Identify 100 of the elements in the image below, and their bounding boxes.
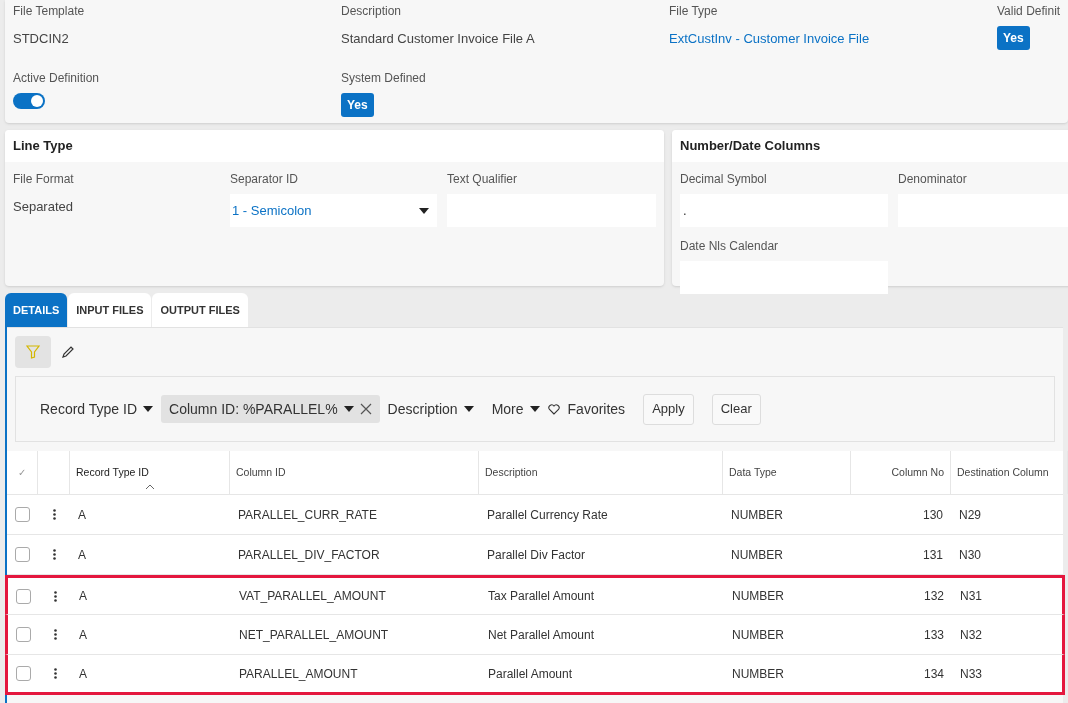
column-header[interactable]: Record Type ID [76,464,149,481]
caret-icon [343,406,354,412]
table-cell-text: N32 [960,626,982,644]
row-checkbox[interactable] [15,547,30,562]
table-cell-text: 133 [923,626,944,644]
table-cell-text: Parallel Amount [488,665,573,683]
section-title: Number/Date Columns [680,137,821,156]
select-value: 1 - Semicolon [232,201,312,220]
close-icon[interactable] [359,403,372,415]
table-cell-text: PARALLEL_CURR_RATE [238,506,377,524]
filter-label: Favorites [567,399,626,419]
input-field[interactable]: . [680,194,888,227]
filter-label: Description [387,399,458,419]
yes-badge: Yes [341,92,374,117]
table-cell-text: A [79,626,87,644]
yes-badge: Yes [997,26,1030,50]
tab[interactable]: OUTPUT FILES [152,293,248,327]
table-cell-text: 132 [923,588,944,605]
field-label: Date Nls Calendar [680,238,780,255]
field-label: Decimal Symbol [680,171,768,188]
table-cell-text: NUMBER [731,506,783,524]
table-cell-text: A [78,506,86,524]
row-checkbox[interactable] [16,666,31,681]
filter-label: Column ID: %PARALLEL% [169,399,338,419]
table-cell-text: N30 [959,546,981,564]
field-value: Standard Customer Invoice File A [341,30,536,48]
table-cell-text: Parallel Currency Rate [487,506,608,524]
table-cell-text: A [79,665,87,683]
table-cell-text: Net Parallel Amount [488,626,595,644]
filter-button[interactable]: Apply [643,393,694,425]
field-label: Denominator [898,171,968,188]
table-row[interactable]: A VAT_PARALLEL_AMOUNT Tax Parallel Amount NUMBER 132 N31 [5,575,1065,615]
field-label: Active Definition [13,69,101,87]
filter-button[interactable]: Clear [711,393,761,425]
filter-button[interactable] [15,336,51,368]
table-cell-text: 134 [923,665,944,683]
filter-icon [26,345,40,359]
edit-icon[interactable] [61,345,75,359]
column-header[interactable]: Data Type [729,464,777,481]
tab[interactable]: INPUT FILES [68,293,152,327]
table-cell-text: NUMBER [732,588,784,605]
field-label: Text Qualifier [447,171,519,188]
filter-label: More [491,399,524,419]
table-cell-text: VAT_PARALLEL_AMOUNT [239,588,386,605]
field-label: Valid Definit [997,3,1062,20]
row-checkbox[interactable] [16,588,31,604]
table-cell-text: A [78,546,86,564]
filter-dropdown[interactable]: Record Type ID [40,398,153,420]
filter-dropdown[interactable]: Description [387,398,474,420]
heart-icon [547,403,560,415]
more-options-icon[interactable] [53,629,57,640]
table-row[interactable]: A NET_PARALLEL_AMOUNT Net Parallel Amount NUMBER 133 N32 [5,615,1065,655]
field-label: Description [341,3,403,20]
table-row[interactable]: A PARALLEL_CURR_RATE Parallel Currency Rate NUMBER 130 N29 [7,495,1063,535]
filter-chip[interactable]: Column ID: %PARALLEL% [161,395,380,423]
table-cell-text: NUMBER [732,665,784,683]
tab[interactable]: DETAILS [5,293,68,327]
table-row[interactable]: A PARALLEL_AMOUNT Parallel Amount NUMBER 134 N33 [5,655,1065,695]
table-cell-text: NET_PARALLEL_AMOUNT [239,626,389,644]
more-options-icon[interactable] [53,668,57,679]
field-value: STDCIN2 [13,30,70,48]
table-cell-text: N31 [960,588,982,605]
row-checkbox[interactable] [15,507,30,522]
field-label: Separator ID [230,171,300,188]
field-label: System Defined [341,69,427,87]
field-value: Separated [13,198,74,216]
table-row[interactable]: A PARALLEL_DIV_FACTOR Parallel Div Factor NUMBER 131 N30 [7,535,1063,575]
caret-icon [143,406,153,412]
sort-ascending-icon [146,484,154,489]
toggle-switch[interactable] [13,92,45,109]
table-cell-text: PARALLEL_AMOUNT [239,665,358,683]
separator-select[interactable]: 1 - Semicolon [230,194,437,227]
caret-icon [529,406,540,412]
more-options-icon[interactable] [52,549,56,560]
file-type-link[interactable]: ExtCustInv - Customer Invoice File [669,26,997,49]
field-label: File Type [669,3,719,20]
table-cell-text: N33 [960,665,982,683]
column-header[interactable]: Description [485,464,538,481]
column-header[interactable]: Destination Column [957,464,1049,481]
column-header[interactable]: Column No [891,464,944,481]
favorites-button[interactable]: Favorites [547,398,626,420]
table-cell-text: PARALLEL_DIV_FACTOR [238,546,380,564]
field-label: File Format [13,171,75,188]
table-cell-text: A [79,588,87,605]
row-checkbox[interactable] [16,627,31,642]
table-cell-text: Parallel Div Factor [487,546,586,564]
table-cell-text: N29 [959,506,981,524]
table-cell-text: NUMBER [731,546,783,564]
more-options-icon[interactable] [52,509,56,520]
filter-dropdown[interactable]: More [491,398,540,420]
table-cell-text: 131 [922,546,943,564]
input-field[interactable] [680,261,888,294]
section-title: Line Type [13,137,73,156]
field-label: File Template [13,3,86,20]
table-cell-text: 130 [922,506,943,524]
more-options-icon[interactable] [53,590,57,602]
caret-icon [419,207,429,214]
caret-icon [463,406,474,412]
table-cell-text: Tax Parallel Amount [488,588,595,605]
column-header[interactable]: Column ID [236,464,286,481]
